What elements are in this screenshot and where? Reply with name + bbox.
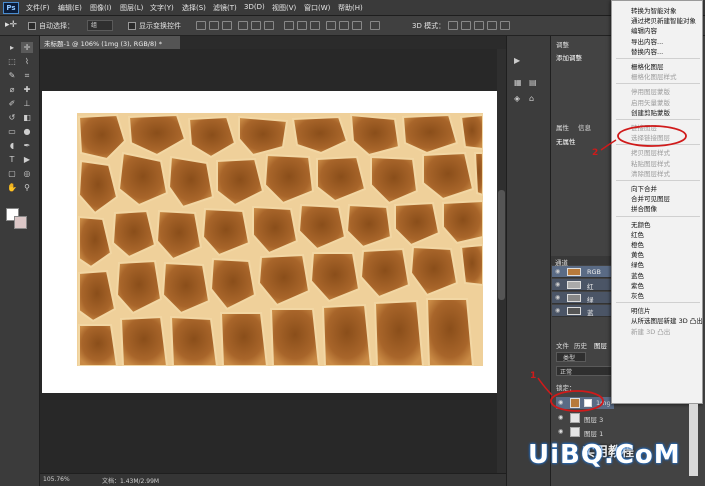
- step-1-label: 1: [530, 371, 537, 381]
- arrow-to-layer: [537, 377, 553, 396]
- highlight-circle-menu: [617, 125, 687, 147]
- watermark: UiBQ.CoM: [528, 440, 681, 470]
- arrow-to-menu: [600, 139, 617, 151]
- step-2-label: 2: [592, 148, 599, 158]
- highlight-circle-layer: [550, 390, 604, 412]
- tutorial-annotations: [537, 125, 687, 412]
